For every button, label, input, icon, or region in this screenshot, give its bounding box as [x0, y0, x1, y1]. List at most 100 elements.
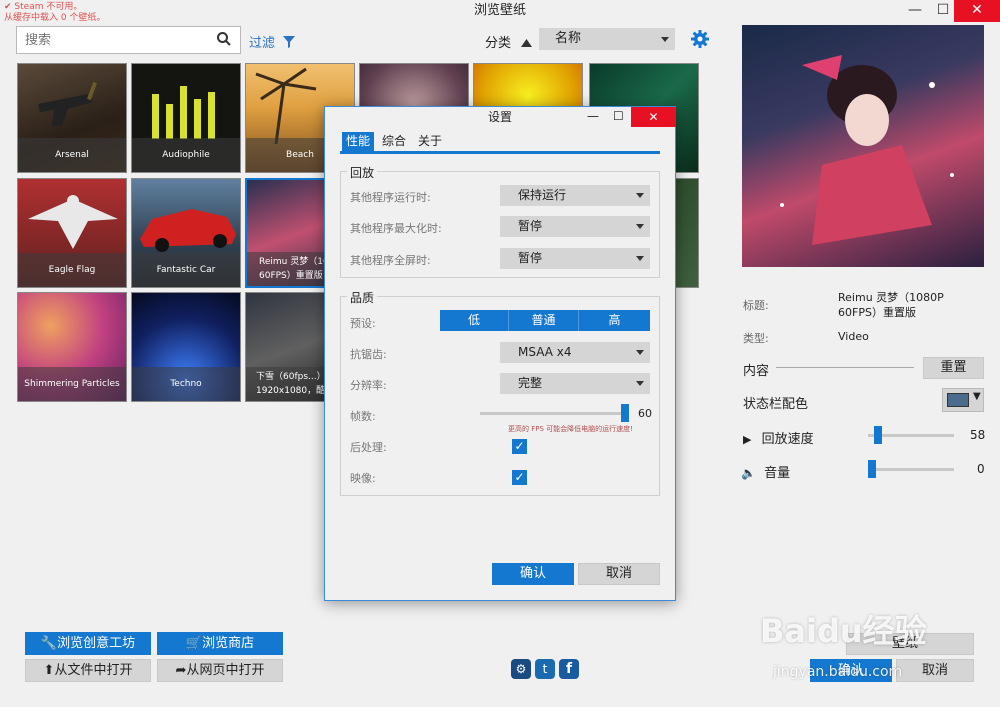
- watermark-logo: Baidu经验: [760, 612, 927, 650]
- preset-normal[interactable]: 普通: [509, 310, 579, 331]
- reset-button[interactable]: 重置: [923, 357, 984, 379]
- dialog-minimize-button[interactable]: —: [587, 109, 599, 123]
- statusbar-color-picker[interactable]: ▼: [942, 388, 984, 412]
- dialog-close-button[interactable]: ✕: [631, 107, 676, 127]
- filter-icon: [283, 36, 296, 48]
- dialog-maximize-button[interactable]: ☐: [613, 109, 624, 123]
- cart-icon: 🛒: [185, 636, 203, 651]
- resolution-value: 完整: [518, 376, 543, 390]
- cancel-button-main[interactable]: 取消: [896, 659, 974, 682]
- wallpaper-tile[interactable]: Arsenal: [17, 63, 127, 173]
- open-web-button[interactable]: ➦从网页中打开: [157, 659, 283, 682]
- playback-group-title: 回放: [347, 164, 378, 181]
- playback-speed-label: 回放速度: [761, 432, 814, 447]
- other-fullscreen-label: 其他程序全屏时:: [350, 254, 431, 267]
- sort-ascending-icon[interactable]: [521, 39, 533, 47]
- color-swatch: [947, 393, 969, 407]
- other-maximized-dropdown[interactable]: 暂停: [500, 216, 650, 237]
- minimize-button[interactable]: —: [900, 0, 930, 22]
- other-running-value: 保持运行: [518, 188, 567, 202]
- other-running-label: 其他程序运行时:: [350, 191, 431, 204]
- dialog-ok-button[interactable]: 确认: [492, 563, 574, 585]
- wallpaper-tile[interactable]: Fantastic Car: [131, 178, 241, 288]
- watermark-url: jingyan.baidu.com: [773, 664, 903, 680]
- preview-image: [742, 25, 984, 267]
- pistol-thumbnail: [38, 81, 97, 126]
- preset-low[interactable]: 低: [440, 310, 509, 331]
- steam-icon[interactable]: ⚙: [511, 659, 531, 679]
- quality-group-title: 品质: [347, 289, 378, 306]
- play-icon: ▶: [743, 433, 752, 446]
- eagle-thumbnail: [28, 195, 118, 249]
- title-label: 标题:: [743, 299, 769, 312]
- anime-character-thumbnail: [780, 55, 954, 245]
- wrench-icon: 🔧: [40, 636, 58, 651]
- other-running-dropdown[interactable]: 保持运行: [500, 185, 650, 206]
- content-label: 内容: [743, 364, 770, 379]
- filter-link[interactable]: 过滤: [249, 32, 296, 51]
- store-button[interactable]: 🛒浏览商店: [157, 632, 283, 655]
- playback-speed-value: 58: [970, 428, 986, 442]
- volume-thumb[interactable]: [868, 460, 876, 478]
- tab-about[interactable]: 关于: [414, 132, 446, 151]
- open-web-label: 从网页中打开: [186, 663, 265, 678]
- search-icon[interactable]: [216, 31, 232, 47]
- wallpaper-tile[interactable]: Techno: [131, 292, 241, 402]
- resolution-dropdown[interactable]: 完整: [500, 373, 650, 394]
- filter-label: 过滤: [249, 36, 276, 51]
- wallpaper-tile[interactable]: Eagle Flag: [17, 178, 127, 288]
- open-file-label: 从文件中打开: [54, 663, 133, 678]
- chevron-down-icon: [661, 37, 669, 42]
- reflection-label: 映像:: [350, 472, 376, 485]
- tile-label: Audiophile: [132, 138, 240, 172]
- upload-icon: ⬆: [43, 663, 55, 678]
- wallpaper-tile[interactable]: Shimmering Particles: [17, 292, 127, 402]
- share-arrow-icon: ➦: [175, 663, 187, 678]
- volume-slider[interactable]: [868, 468, 954, 471]
- reflection-checkbox[interactable]: ✓: [512, 470, 527, 485]
- content-divider: [776, 367, 914, 368]
- title-value: Reimu 灵梦（1080P 60FPS）重置版: [838, 290, 944, 320]
- resolution-label: 分辨率:: [350, 379, 387, 392]
- window-title: 浏览壁纸: [473, 3, 526, 18]
- fps-slider[interactable]: [480, 412, 626, 415]
- category-text: 分类: [485, 36, 512, 51]
- title-value-line-2: 60FPS）重置版: [838, 306, 916, 319]
- other-maximized-label: 其他程序最大化时:: [350, 222, 442, 235]
- category-label: 分类: [485, 32, 533, 51]
- preset-high[interactable]: 高: [579, 310, 650, 331]
- tile-label: Eagle Flag: [18, 253, 126, 287]
- tile-label: Arsenal: [18, 138, 126, 172]
- dialog-cancel-button[interactable]: 取消: [578, 563, 660, 585]
- workshop-label: 浏览创意工坊: [57, 636, 136, 651]
- type-label: 类型:: [743, 332, 769, 345]
- aa-value: MSAA x4: [518, 345, 572, 359]
- open-file-button[interactable]: ⬆从文件中打开: [25, 659, 151, 682]
- fps-thumb[interactable]: [621, 404, 629, 422]
- other-fullscreen-dropdown[interactable]: 暂停: [500, 248, 650, 269]
- tile-label: Fantastic Car: [132, 253, 240, 287]
- playback-speed-thumb[interactable]: [874, 426, 882, 444]
- tab-general[interactable]: 综合: [378, 132, 410, 151]
- other-fullscreen-value: 暂停: [518, 251, 543, 265]
- postprocess-checkbox[interactable]: ✓: [512, 439, 527, 454]
- gear-icon[interactable]: [691, 30, 709, 48]
- other-maximized-value: 暂停: [518, 219, 543, 233]
- twitter-icon[interactable]: t: [535, 659, 555, 679]
- chevron-down-icon: [636, 224, 644, 229]
- facebook-icon[interactable]: f: [559, 659, 579, 679]
- fps-value: 60: [638, 407, 652, 420]
- workshop-button[interactable]: 🔧浏览创意工坊: [25, 632, 151, 655]
- postprocess-label: 后处理:: [350, 441, 387, 454]
- aa-dropdown[interactable]: MSAA x4: [500, 342, 650, 363]
- tab-performance[interactable]: 性能: [342, 132, 375, 151]
- wallpaper-tile[interactable]: Audiophile: [131, 63, 241, 173]
- search-input[interactable]: [17, 27, 207, 53]
- sort-dropdown[interactable]: 名称: [539, 28, 675, 50]
- chevron-down-icon: [636, 256, 644, 261]
- car-thumbnail: [140, 209, 236, 252]
- audio-bars-thumbnail: [152, 86, 215, 139]
- volume-value: 0: [977, 462, 985, 476]
- close-button[interactable]: ✕: [954, 0, 1000, 22]
- store-label: 浏览商店: [202, 636, 255, 651]
